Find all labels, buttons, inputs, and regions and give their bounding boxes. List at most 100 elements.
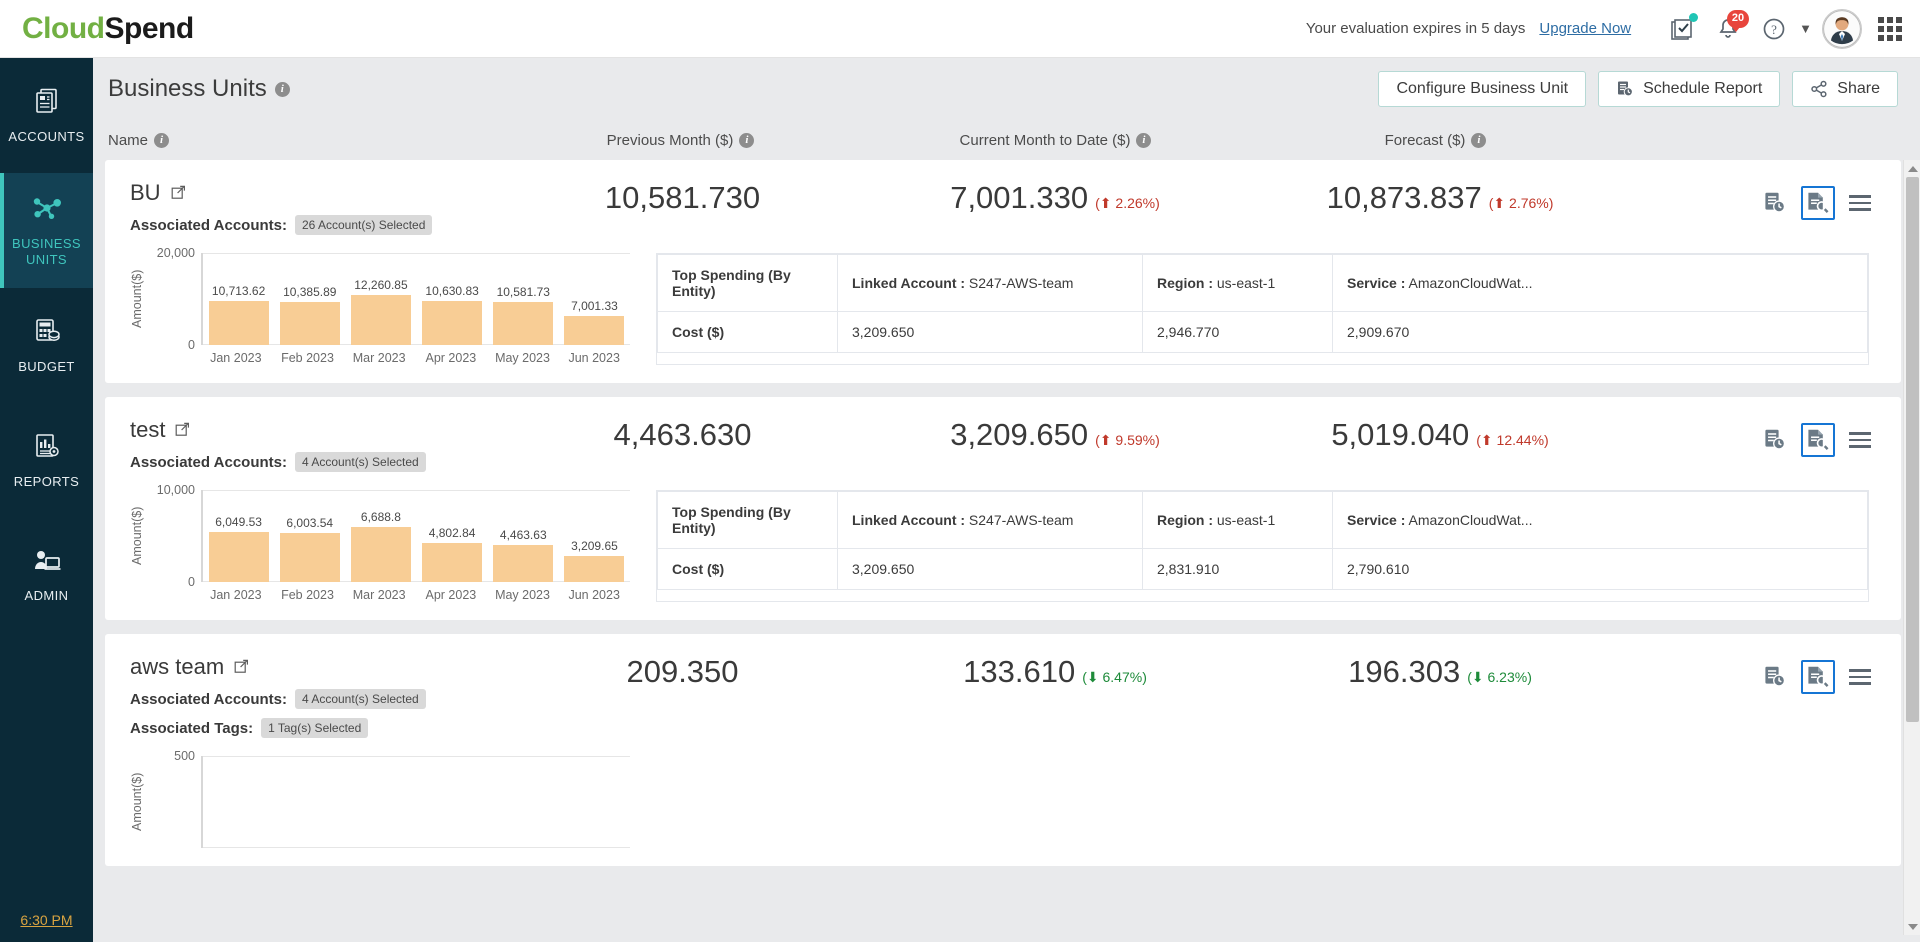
report-clock-icon: [1616, 80, 1634, 98]
chart-x-tick: Mar 2023: [343, 345, 415, 365]
sidebar-clock[interactable]: 6:30 PM: [0, 912, 93, 928]
card-details: Amount($) 500: [105, 756, 1901, 848]
associated-accounts-chip[interactable]: 4 Account(s) Selected: [295, 452, 426, 472]
upgrade-now-link[interactable]: Upgrade Now: [1539, 20, 1631, 37]
app-logo[interactable]: CloudSpend: [22, 12, 194, 46]
business-unit-name[interactable]: aws team: [130, 654, 510, 680]
associated-accounts-label: Associated Accounts:: [130, 217, 287, 234]
business-unit-name[interactable]: BU: [130, 180, 510, 206]
chart-bar[interactable]: [351, 295, 411, 345]
help-chevron-down-icon[interactable]: ▼: [1799, 21, 1812, 36]
tasks-button[interactable]: [1659, 6, 1705, 52]
chart-bar[interactable]: [422, 543, 482, 582]
sidebar-item-label: REPORTS: [14, 474, 79, 490]
scroll-up-arrow[interactable]: [1904, 160, 1920, 177]
row-menu-button[interactable]: [1849, 432, 1871, 448]
top-spending-placeholder: [656, 756, 1869, 848]
chart-bar-label: 6,003.54: [286, 516, 333, 530]
delta-badge: (⬆ 2.76%): [1489, 195, 1554, 212]
associated-tags-chip[interactable]: 1 Tag(s) Selected: [261, 718, 368, 738]
row-schedule-report-button[interactable]: [1763, 428, 1787, 452]
current-month-amount: 3,209.650: [950, 417, 1088, 453]
vertical-scrollbar[interactable]: [1903, 160, 1920, 935]
scrollbar-thumb[interactable]: [1906, 177, 1919, 722]
chart-bar[interactable]: [209, 532, 269, 582]
sidebar-item-budget[interactable]: BUDGET: [0, 288, 93, 403]
logo-text-cloud: Cloud: [22, 12, 104, 45]
row-menu-button[interactable]: [1849, 669, 1871, 685]
chart-bars-container: [201, 756, 630, 848]
chart-bar[interactable]: [564, 316, 624, 345]
current-month-info-icon[interactable]: i: [1136, 133, 1151, 148]
chart-x-tick: Feb 2023: [272, 582, 344, 602]
chart-y-ticks: 500: [147, 756, 201, 848]
notifications-button[interactable]: 20: [1705, 6, 1751, 52]
business-unit-list: BU Associated Accounts: 26 Account(s) Se…: [105, 160, 1901, 935]
chart-bar-label: 12,260.85: [354, 278, 407, 292]
row-view-report-button[interactable]: [1801, 186, 1835, 220]
chart-bar-label: 6,049.53: [215, 515, 262, 529]
cost-region-cell: 2,946.770: [1143, 312, 1333, 353]
top-spending-table: Top Spending (By Entity) Linked Account …: [656, 253, 1869, 365]
chart-bar-slot: 10,630.83: [417, 253, 488, 345]
column-headers: Name i Previous Month ($) i Current Mont…: [93, 120, 1920, 160]
row-schedule-report-button[interactable]: [1763, 191, 1787, 215]
row-menu-button[interactable]: [1849, 195, 1871, 211]
reports-icon: [32, 431, 62, 465]
chart-bar-slot: 4,463.63: [488, 490, 559, 582]
previous-month-info-icon[interactable]: i: [739, 133, 754, 148]
share-button[interactable]: Share: [1792, 71, 1898, 107]
table-row: Top Spending (By Entity) Linked Account …: [658, 255, 1868, 312]
chart-x-tick: Jun 2023: [558, 345, 630, 365]
chart-bar-label: 3,209.65: [571, 539, 618, 553]
sidebar-item-admin[interactable]: ADMIN: [0, 518, 93, 633]
page-title-info-icon[interactable]: i: [275, 82, 290, 97]
chart-bar[interactable]: [280, 302, 340, 345]
schedule-report-button[interactable]: Schedule Report: [1598, 71, 1780, 107]
report-search-icon: [1806, 428, 1830, 452]
chart-bar[interactable]: [351, 527, 411, 582]
associated-accounts-chip[interactable]: 4 Account(s) Selected: [295, 689, 426, 709]
cost-label-cell: Cost ($): [658, 549, 838, 590]
sidebar-item-business-units[interactable]: BUSINESS UNITS: [0, 173, 93, 288]
chart-bar-label: 10,385.89: [283, 285, 336, 299]
help-button[interactable]: ?: [1751, 6, 1797, 52]
sidebar-item-reports[interactable]: REPORTS: [0, 403, 93, 518]
delta-badge: (⬇ 6.23%): [1467, 669, 1532, 686]
chart-y-axis-label: Amount($): [130, 253, 144, 345]
sidebar-item-accounts[interactable]: ACCOUNTS: [0, 58, 93, 173]
chart-bar[interactable]: [564, 556, 624, 582]
page-header: Business Units i Configure Business Unit…: [93, 58, 1920, 120]
chart-bar[interactable]: [493, 545, 553, 582]
report-clock-icon: [1763, 665, 1787, 689]
apps-grid-icon[interactable]: [1878, 17, 1902, 41]
open-external-icon[interactable]: [171, 180, 186, 206]
chart-bar[interactable]: [280, 533, 340, 582]
top-spending-header: Top Spending (By Entity): [658, 492, 838, 549]
linked-account-cell: Linked Account : S247-AWS-team: [838, 255, 1143, 312]
row-view-report-button[interactable]: [1801, 423, 1835, 457]
open-external-icon[interactable]: [234, 654, 249, 680]
open-external-icon[interactable]: [175, 417, 190, 443]
card-details: Amount($) 10,000 0 6,049.53 6,003.54 6,6…: [105, 490, 1901, 602]
chart-bar[interactable]: [422, 301, 482, 345]
row-view-report-button[interactable]: [1801, 660, 1835, 694]
name-info-icon[interactable]: i: [154, 133, 169, 148]
configure-business-unit-button[interactable]: Configure Business Unit: [1378, 71, 1586, 107]
sidebar-item-label-line1: BUSINESS: [12, 236, 81, 252]
chart-x-tick: Jan 2023: [200, 345, 272, 365]
chart-bar-slot: 6,049.53: [203, 490, 274, 582]
row-schedule-report-button[interactable]: [1763, 665, 1787, 689]
scroll-down-arrow[interactable]: [1904, 918, 1920, 935]
forecast-info-icon[interactable]: i: [1471, 133, 1486, 148]
cost-region-cell: 2,831.910: [1143, 549, 1333, 590]
page-actions: Configure Business Unit Schedule Report: [1378, 71, 1898, 107]
associated-accounts-chip[interactable]: 26 Account(s) Selected: [295, 215, 432, 235]
chart-bar[interactable]: [209, 301, 269, 345]
chart-bar[interactable]: [493, 302, 553, 345]
avatar[interactable]: [1822, 9, 1862, 49]
chart-x-axis: Jan 2023Feb 2023Mar 2023Apr 2023May 2023…: [200, 582, 630, 602]
column-header-forecast: Forecast ($) i: [1253, 132, 1618, 149]
chart-bar-label: 6,688.8: [361, 510, 401, 524]
business-unit-name[interactable]: test: [130, 417, 510, 443]
